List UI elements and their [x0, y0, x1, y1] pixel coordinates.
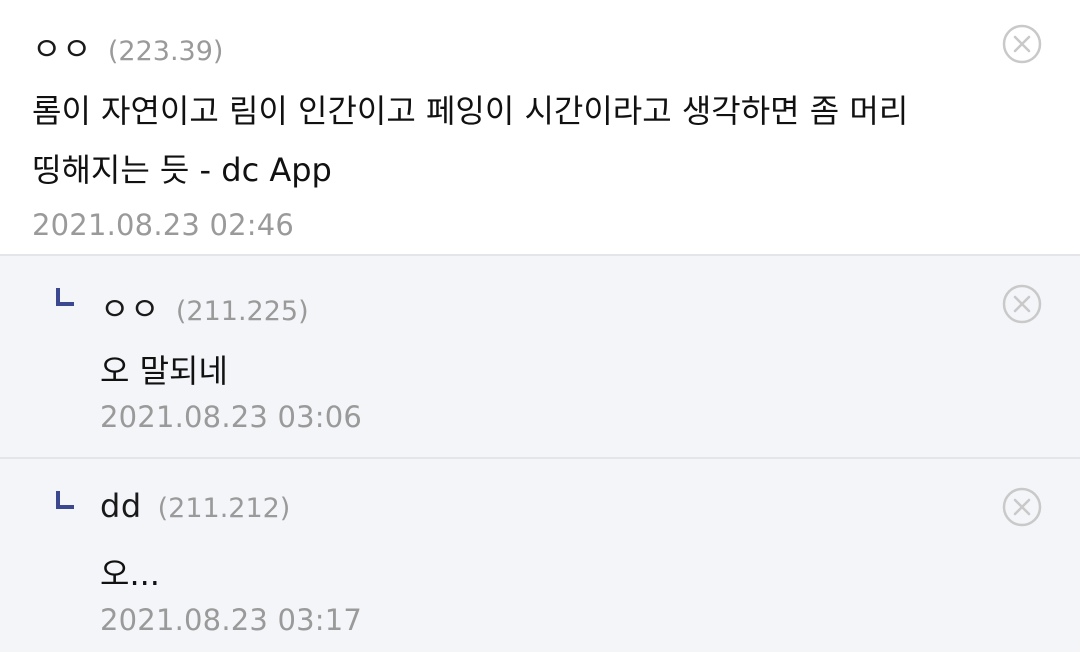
- reply-ip: (211.225): [175, 296, 309, 327]
- delete-comment-button[interactable]: [1002, 24, 1042, 64]
- reply-timestamp: 2021.08.23 03:06: [100, 400, 363, 434]
- reply-ip: (211.212): [157, 493, 291, 524]
- reply-nickname[interactable]: ㅇㅇ: [100, 284, 160, 330]
- comment-ip: (223.39): [107, 36, 224, 67]
- close-circle-icon: [1002, 284, 1042, 324]
- delete-reply-button[interactable]: [1002, 487, 1042, 527]
- comment-meta: ㅇㅇ (223.39): [32, 24, 990, 68]
- reply-arrow-icon: [56, 491, 74, 509]
- reply-text: 오 말되네: [100, 352, 228, 390]
- reply-item: ㅇㅇ (211.225) 오 말되네 2021.08.23 03:06: [0, 256, 1080, 459]
- reply-meta: ㅇㅇ (211.225): [100, 284, 990, 328]
- reply-timestamp: 2021.08.23 03:17: [100, 603, 363, 637]
- close-circle-icon: [1002, 24, 1042, 64]
- comment-list: ㅇㅇ (223.39) 롬이 자연이고 림이 인간이고 페잉이 시간이라고 생각…: [0, 0, 1080, 652]
- comment-timestamp: 2021.08.23 02:46: [32, 208, 295, 242]
- reply-nickname[interactable]: dd: [100, 487, 142, 525]
- close-circle-icon: [1002, 487, 1042, 527]
- delete-reply-button[interactable]: [1002, 284, 1042, 324]
- comment-nickname[interactable]: ㅇㅇ: [32, 24, 92, 70]
- reply-meta: dd (211.212): [100, 487, 990, 529]
- comment-item: ㅇㅇ (223.39) 롬이 자연이고 림이 인간이고 페잉이 시간이라고 생각…: [0, 0, 1080, 256]
- reply-arrow-icon: [56, 288, 74, 306]
- reply-item: dd (211.212) 오... 2021.08.23 03:17: [0, 459, 1080, 652]
- comment-text: 롬이 자연이고 림이 인간이고 페잉이 시간이라고 생각하면 좀 머리 띵해지는…: [32, 92, 909, 189]
- reply-text: 오...: [100, 555, 160, 593]
